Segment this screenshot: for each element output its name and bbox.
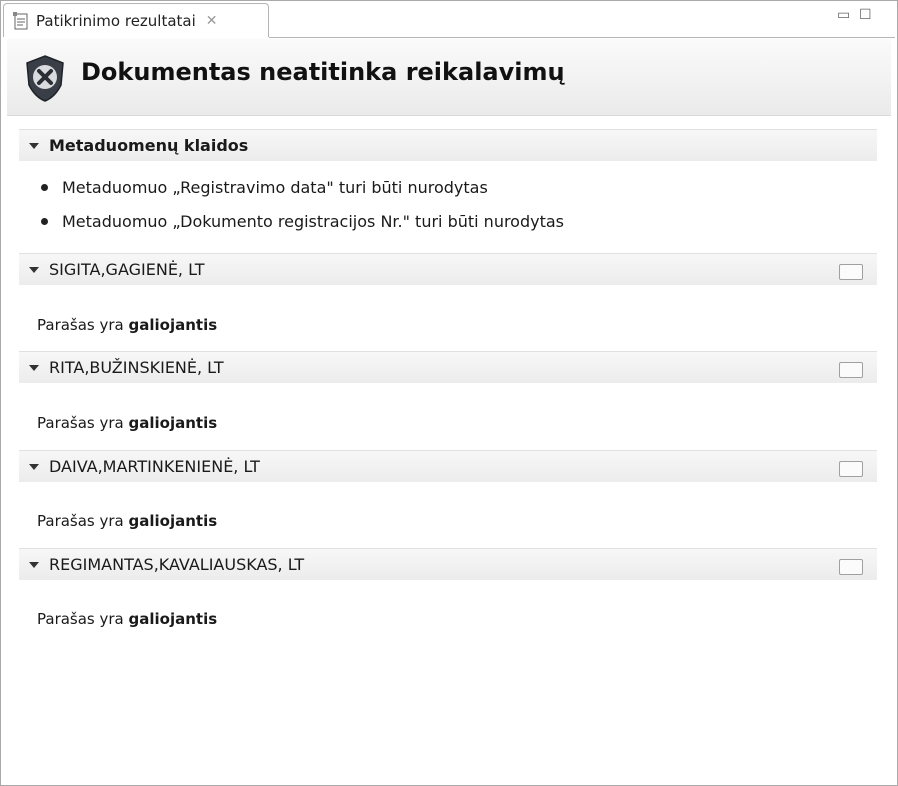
signer-name: REGIMANTAS,KAVALIAUSKAS, LT	[49, 555, 305, 574]
section-metadata-errors[interactable]: Metaduomenų klaidos	[19, 129, 877, 161]
list-item: Metaduomuo „Registravimo data" turi būti…	[41, 178, 488, 197]
certificate-details-icon[interactable]	[839, 559, 863, 575]
tab-bar-divider	[269, 37, 895, 38]
signer-name: RITA,BUŽINSKIENĖ, LT	[49, 358, 224, 377]
certificate-details-icon[interactable]	[839, 362, 863, 378]
section-signature[interactable]: REGIMANTAS,KAVALIAUSKAS, LT	[19, 548, 877, 580]
error-shield-icon	[26, 55, 64, 102]
section-signature[interactable]: RITA,BUŽINSKIENĖ, LT	[19, 351, 877, 383]
section-title: Metaduomenų klaidos	[49, 136, 249, 155]
page-title: Dokumentas neatitinka reikalavimų	[81, 58, 565, 86]
maximize-icon[interactable]: ☐	[859, 7, 872, 23]
signature-status: Parašas yra galiojantis	[37, 414, 218, 432]
close-icon[interactable]: ✕	[206, 13, 218, 29]
result-header: Dokumentas neatitinka reikalavimų	[7, 39, 891, 116]
signer-name: DAIVA,MARTINKENIENĖ, LT	[49, 457, 260, 476]
minimize-icon[interactable]: ▭	[837, 7, 850, 23]
error-text: Metaduomuo „Dokumento registracijos Nr."…	[62, 212, 565, 231]
chevron-down-icon[interactable]	[29, 364, 39, 371]
error-text: Metaduomuo „Registravimo data" turi būti…	[62, 178, 488, 197]
chevron-down-icon[interactable]	[29, 266, 39, 273]
tab-bar: Patikrinimo rezultatai ✕ ▭ ☐	[1, 1, 897, 39]
chevron-down-icon[interactable]	[29, 463, 39, 470]
status-value: galiojantis	[128, 414, 218, 432]
status-value: galiojantis	[128, 610, 218, 628]
section-signature[interactable]: DAIVA,MARTINKENIENĖ, LT	[19, 450, 877, 482]
status-value: galiojantis	[128, 512, 218, 530]
tab-results[interactable]: Patikrinimo rezultatai ✕	[3, 3, 269, 37]
section-signature[interactable]: SIGITA,GAGIENĖ, LT	[19, 253, 877, 285]
signature-status: Parašas yra galiojantis	[37, 512, 218, 530]
certificate-details-icon[interactable]	[839, 461, 863, 477]
list-item: Metaduomuo „Dokumento registracijos Nr."…	[41, 212, 564, 231]
chevron-down-icon[interactable]	[29, 561, 39, 568]
signature-status: Parašas yra galiojantis	[37, 610, 218, 628]
results-view-icon	[13, 11, 28, 29]
bullet-icon	[41, 218, 48, 225]
status-value: galiojantis	[128, 316, 218, 334]
results-view: Patikrinimo rezultatai ✕ ▭ ☐ Dokumentas …	[0, 0, 898, 786]
tab-label: Patikrinimo rezultatai	[36, 11, 196, 30]
signature-status: Parašas yra galiojantis	[37, 316, 218, 334]
signer-name: SIGITA,GAGIENĖ, LT	[49, 260, 205, 279]
bullet-icon	[41, 184, 48, 191]
chevron-down-icon[interactable]	[29, 142, 39, 149]
certificate-details-icon[interactable]	[839, 264, 863, 280]
